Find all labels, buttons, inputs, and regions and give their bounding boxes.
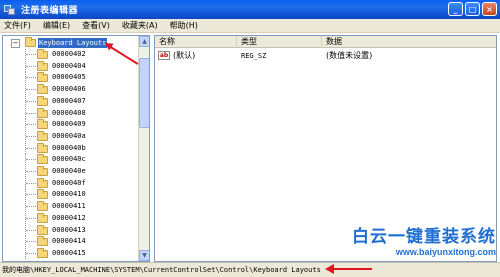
registry-tree[interactable]: − Keyboard Layouts 00000402 00000404 00000… — [2, 35, 150, 262]
folder-icon — [37, 119, 48, 130]
tree-scrollbar[interactable]: ▲ ▼ — [138, 36, 149, 261]
menu-edit[interactable]: 编辑(E) — [39, 20, 74, 31]
column-data[interactable]: 数据 — [322, 36, 496, 48]
tree-item-label: 00000404 — [52, 61, 86, 70]
folder-icon — [37, 49, 48, 59]
value-row-default[interactable]: ab (默认) REG_SZ (数值未设置) — [155, 50, 372, 61]
tree-item-label: 00000406 — [52, 85, 86, 94]
column-name[interactable]: 名称 — [155, 36, 237, 48]
menu-favorites[interactable]: 收藏夹(A) — [118, 20, 162, 31]
status-path: 我的电脑\HKEY_LOCAL_MACHINE\SYSTEM\CurrentCo… — [2, 266, 321, 274]
scroll-up-arrow-icon[interactable]: ▲ — [139, 36, 149, 47]
title-bar[interactable]: 注册表编辑器 _ □ × — [0, 0, 500, 19]
watermark-title: 白云一键重装系统 — [352, 227, 496, 247]
folder-icon — [37, 236, 48, 247]
minimize-button[interactable]: _ — [448, 2, 463, 16]
folder-icon — [37, 84, 48, 95]
tree-root-label: Keyboard Layouts — [38, 38, 108, 48]
folder-icon — [37, 130, 48, 141]
tree-item-label: 00000413 — [52, 225, 86, 234]
collapse-icon[interactable]: − — [11, 39, 20, 48]
regedit-app-icon — [4, 4, 16, 16]
folder-icon — [37, 201, 48, 212]
tree-item-label: 00000405 — [52, 73, 86, 82]
value-name: (默认) — [173, 51, 196, 60]
folder-icon — [37, 142, 48, 153]
close-button[interactable]: × — [482, 2, 497, 16]
string-value-icon: ab — [158, 51, 170, 60]
folder-icon — [37, 212, 48, 223]
tree-item-label: 00000414 — [52, 237, 86, 246]
tree-item-label: 00000410 — [52, 190, 86, 199]
value-type: REG_SZ — [241, 51, 267, 60]
folder-icon — [37, 154, 48, 165]
menu-file[interactable]: 文件(F) — [0, 20, 35, 31]
maximize-button[interactable]: □ — [465, 2, 480, 16]
tree-item-label: 0000040e — [52, 167, 86, 175]
folder-icon — [37, 72, 48, 83]
tree-item-label: 00000407 — [52, 96, 86, 105]
tree-item-label: 00000409 — [52, 120, 86, 129]
folder-icon — [37, 189, 48, 200]
scroll-down-arrow-icon[interactable]: ▼ — [139, 250, 149, 261]
tree-item-label: 0000040a — [52, 131, 86, 140]
tree-item-label: 00000408 — [52, 108, 86, 117]
value-data: (数值未设置) — [326, 51, 373, 60]
tree-item-label: 0000040f — [52, 178, 86, 187]
menu-view[interactable]: 查看(V) — [78, 20, 114, 31]
folder-icon — [37, 95, 48, 106]
tree-item-label: 0000040b — [52, 143, 86, 152]
menu-help[interactable]: 帮助(H) — [166, 20, 202, 31]
open-folder-icon — [25, 37, 36, 47]
folder-icon — [37, 224, 48, 235]
folder-icon — [37, 247, 48, 258]
status-bar: 我的电脑\HKEY_LOCAL_MACHINE\SYSTEM\CurrentCo… — [0, 262, 500, 277]
watermark: 白云一键重装系统 www.baiyunxitong.com — [352, 222, 496, 257]
list-header: 名称 类型 数据 — [155, 36, 496, 48]
tree-item-label: 00000402 — [52, 50, 86, 58]
window-title: 注册表编辑器 — [21, 6, 79, 16]
tree-item-label: 00000411 — [52, 202, 86, 211]
tree-item-label: 00000415 — [52, 248, 86, 257]
folder-icon — [37, 60, 48, 71]
column-type[interactable]: 类型 — [237, 36, 322, 48]
folder-icon — [37, 107, 48, 118]
folder-icon — [37, 177, 48, 188]
folder-icon — [37, 166, 48, 176]
menu-bar: 文件(F) 编辑(E) 查看(V) 收藏夹(A) 帮助(H) — [0, 19, 500, 33]
tree-item-label: 00000412 — [52, 213, 86, 222]
watermark-url: www.baiyunxitong.com — [395, 247, 496, 257]
scroll-thumb[interactable] — [139, 58, 149, 128]
tree-item-label: 0000040c — [52, 155, 86, 164]
